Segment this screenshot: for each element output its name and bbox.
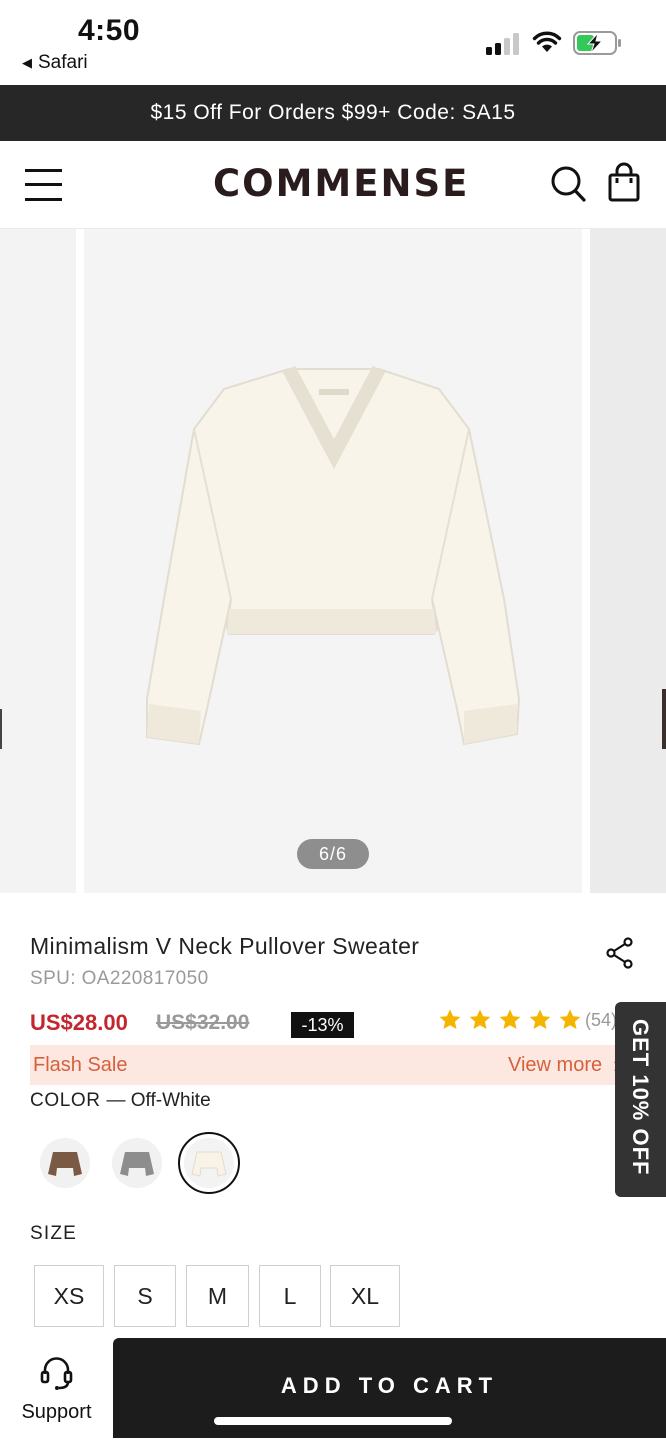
size-label: SIZE: [30, 1223, 78, 1244]
size-m-button[interactable]: M: [186, 1265, 249, 1327]
size-xs-button[interactable]: XS: [34, 1265, 104, 1327]
star-icon: [469, 1009, 491, 1029]
search-icon[interactable]: [550, 165, 586, 203]
hamburger-menu-icon[interactable]: [25, 167, 62, 203]
get-discount-tab[interactable]: GET 10% OFF: [615, 1002, 666, 1197]
status-time: 4:50: [78, 14, 141, 47]
promo-banner[interactable]: $15 Off For Orders $99+ Code: SA15: [0, 85, 666, 141]
original-price: US$32.00: [156, 1011, 250, 1034]
star-icon: [529, 1009, 551, 1029]
home-indicator[interactable]: [214, 1417, 452, 1425]
view-more-link[interactable]: View more: [508, 1054, 602, 1077]
product-spu: SPU: OA220817050: [30, 968, 209, 989]
size-xl-button[interactable]: XL: [330, 1265, 400, 1327]
back-to-app[interactable]: ◀ Safari: [22, 52, 88, 74]
rating-stars[interactable]: [438, 1008, 582, 1032]
product-image[interactable]: [84, 229, 582, 893]
battery-charging-icon: [573, 31, 621, 55]
support-button[interactable]: Support: [0, 1336, 113, 1440]
get-discount-label: GET 10% OFF: [628, 1019, 653, 1176]
color-swatch-brown[interactable]: [40, 1138, 90, 1188]
site-header: COMMENSE: [0, 141, 666, 229]
wifi-icon: [532, 31, 562, 52]
size-l-button[interactable]: L: [259, 1265, 321, 1327]
status-bar: 4:50 ◀ Safari: [0, 0, 666, 85]
sweater-image: [146, 365, 521, 746]
star-icon: [559, 1009, 581, 1029]
selected-color: — Off-White: [106, 1090, 211, 1111]
product-title: Minimalism V Neck Pullover Sweater: [30, 933, 420, 959]
product-image-carousel[interactable]: 6/6: [0, 229, 666, 893]
support-label: Support: [21, 1401, 92, 1423]
image-pager: 6/6: [297, 839, 369, 869]
flash-sale-label: Flash Sale: [33, 1054, 128, 1076]
review-count[interactable]: (54): [585, 1010, 617, 1031]
share-icon[interactable]: [605, 937, 635, 969]
previous-slide[interactable]: [0, 229, 76, 893]
next-slide[interactable]: [590, 229, 666, 893]
shopping-bag-icon[interactable]: [607, 162, 641, 202]
back-arrow-icon: ◀: [22, 55, 32, 70]
brand-logo[interactable]: COMMENSE: [213, 162, 469, 205]
color-swatch-grey[interactable]: [112, 1138, 162, 1188]
size-s-button[interactable]: S: [114, 1265, 176, 1327]
star-icon: [439, 1009, 461, 1029]
back-app-label: Safari: [38, 52, 88, 73]
color-label-row: COLOR — Off-White: [30, 1090, 211, 1112]
headset-icon: [40, 1357, 73, 1390]
color-swatch-off-white[interactable]: [184, 1138, 234, 1188]
discount-badge: -13%: [291, 1012, 354, 1038]
sale-price: US$28.00: [30, 1010, 128, 1035]
cellular-signal-icon: [486, 33, 519, 55]
color-label: COLOR: [30, 1090, 101, 1111]
flash-sale-bar: Flash Sale View more ›: [30, 1045, 630, 1085]
star-icon: [499, 1009, 521, 1029]
